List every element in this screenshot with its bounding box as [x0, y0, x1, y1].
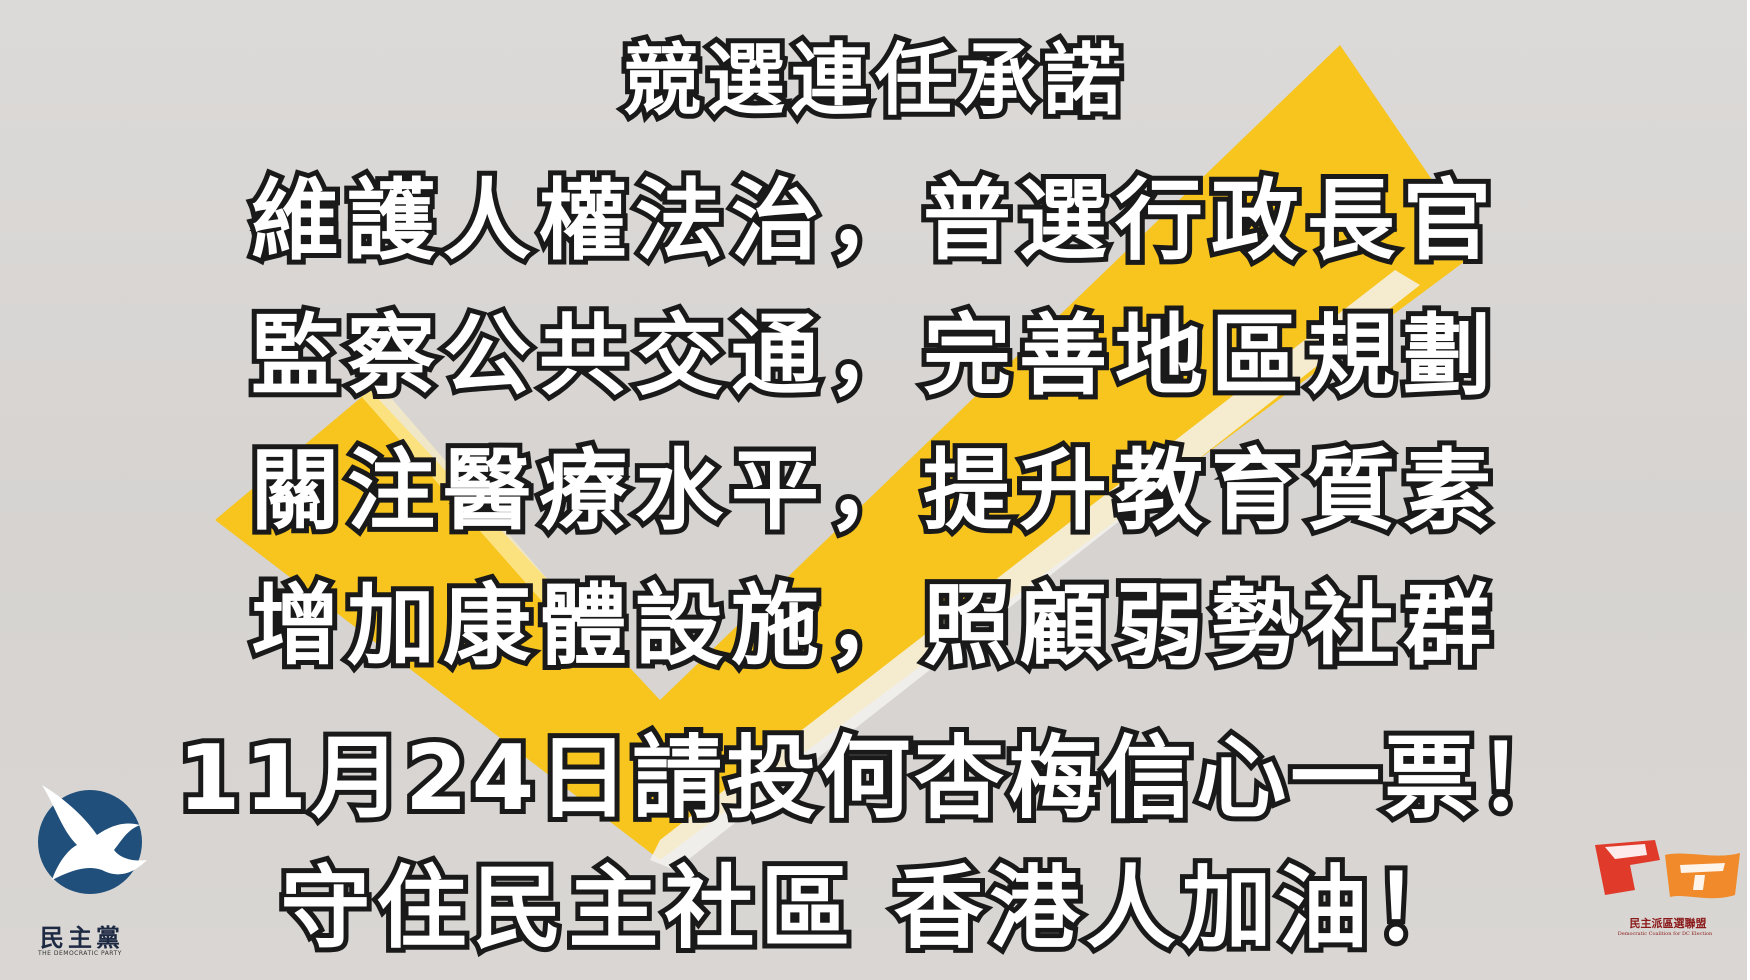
pledge-line-4: 增加康體設施，照顧弱勢社群	[246, 569, 1499, 682]
campaign-poster: 競選連任承諾 維護人權法治，普選行政長官 監察公共交通，完善地區規劃 關注醫療水…	[0, 0, 1750, 980]
poster-title: 競選連任承諾	[618, 31, 1127, 131]
democratic-party-logo: 民主黨 THE DEMOCRATIC PARTY	[22, 770, 162, 970]
dove-logo-icon	[38, 785, 147, 894]
vote-call: 11月24日請投何杏梅信心一票！	[173, 721, 1574, 836]
slogan: 守住民主社區 香港人加油！	[275, 851, 1470, 966]
pledge-line-3: 關注醫療水平，提升教育質素	[246, 434, 1499, 547]
right-logo-name: 民主派區選聯盟	[1629, 917, 1707, 930]
pledge-line-1: 維護人權法治，普選行政長官	[246, 164, 1499, 277]
coalition-logo: 民主派區選聯盟 Democratic Coalition for DC Elec…	[1585, 835, 1745, 975]
coalition-flag-icon	[1595, 840, 1740, 899]
left-logo-english: THE DEMOCRATIC PARTY	[38, 950, 122, 957]
right-logo-english: Democratic Coalition for DC Election	[1617, 931, 1713, 937]
left-logo-name: 民主黨	[40, 924, 124, 952]
pledge-line-2: 監察公共交通，完善地區規劃	[246, 299, 1499, 412]
